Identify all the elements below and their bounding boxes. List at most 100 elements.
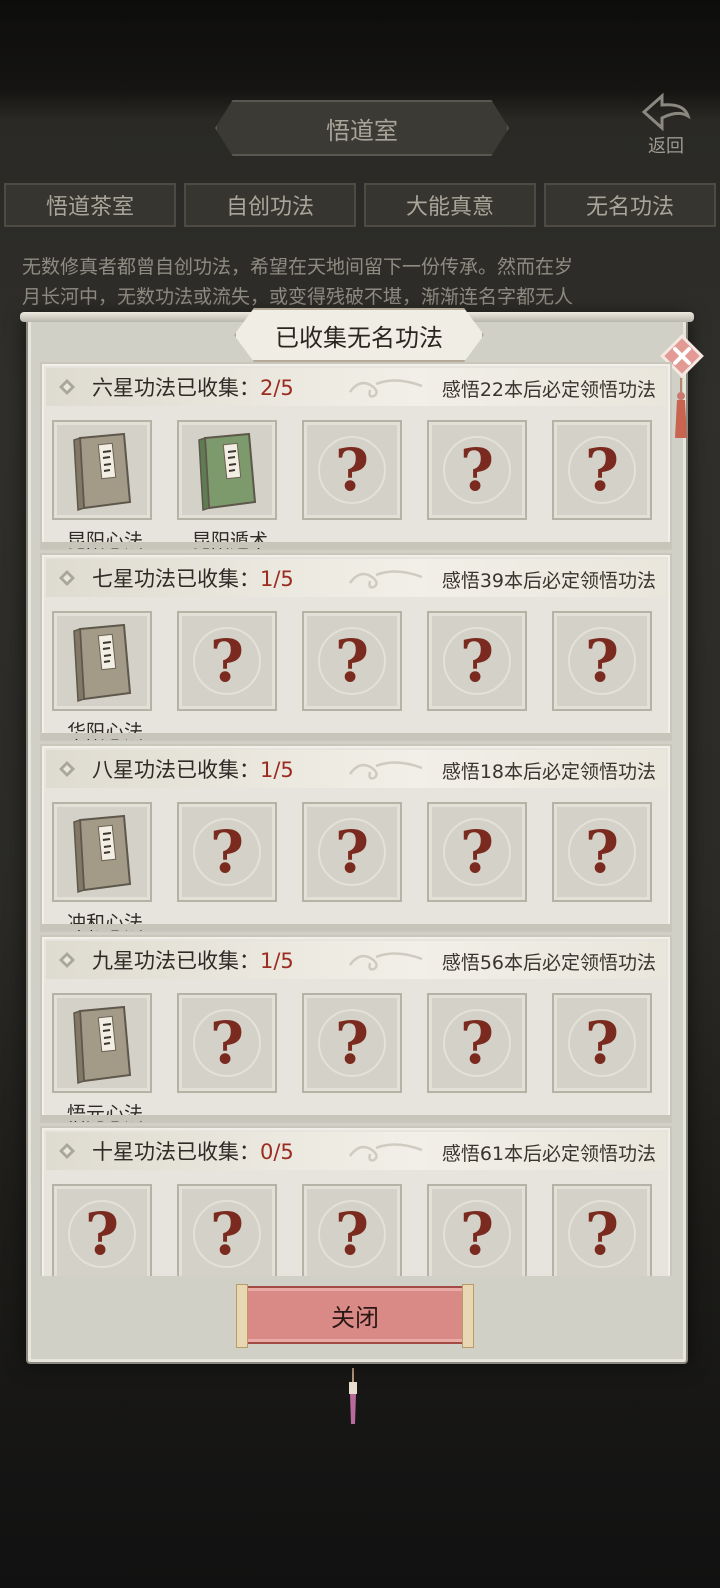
modal-title: 已收集无名功法 <box>234 308 484 362</box>
unknown-slot[interactable]: ? <box>177 1184 277 1276</box>
section-header: 八星功法已收集：1/5 感悟18本后必定领悟功法 <box>46 750 666 788</box>
section-header: 十星功法已收集：0/5 感悟61本后必定领悟功法 <box>46 1132 666 1170</box>
diamond-icon <box>59 570 75 586</box>
unknown-slot[interactable]: ? <box>552 993 652 1093</box>
section-count: 0/5 <box>260 1140 294 1164</box>
section-footer <box>42 1115 670 1121</box>
collection-section: 八星功法已收集：1/5 感悟18本后必定领悟功法冲和心法???? <box>40 744 672 934</box>
unknown-slot[interactable]: ? <box>552 1184 652 1276</box>
manual-name: 悟元心法 <box>66 1103 143 1125</box>
cloud-swirl-icon <box>348 570 423 589</box>
tassel-icon <box>675 378 687 438</box>
question-mark-icon: ? <box>460 818 494 886</box>
diamond-icon <box>59 761 75 777</box>
question-mark-icon: ? <box>460 627 494 695</box>
section-title: 十星功法已收集：0/5 <box>92 1136 294 1166</box>
section-label: 七星功法已收集： <box>92 567 260 591</box>
unknown-slot[interactable]: ? <box>552 611 652 711</box>
question-mark-icon: ? <box>585 436 619 504</box>
close-button[interactable]: 关闭 <box>236 1284 474 1348</box>
unknown-slot[interactable]: ? <box>302 993 402 1093</box>
book-icon <box>73 432 132 512</box>
collection-section: 六星功法已收集：2/5 感悟22本后必定领悟功法 昆阳心法 昆阳遁术??? <box>40 362 672 552</box>
cloud-swirl-icon <box>348 1143 423 1162</box>
question-mark-icon: ? <box>85 1200 119 1268</box>
section-hint: 感悟56本后必定领悟功法 <box>441 952 656 974</box>
diamond-icon <box>59 952 75 968</box>
unknown-slot[interactable]: ? <box>427 611 527 711</box>
book-icon <box>198 432 257 512</box>
unknown-slot[interactable]: ? <box>177 993 277 1093</box>
unknown-slot[interactable]: ? <box>427 420 527 520</box>
question-mark-icon: ? <box>460 1200 494 1268</box>
back-button[interactable]: 返回 <box>632 92 700 162</box>
slot-row: 悟元心法???? <box>52 993 652 1125</box>
section-hint: 感悟18本后必定领悟功法 <box>441 761 656 783</box>
question-mark-icon: ? <box>585 1200 619 1268</box>
collection-section: 十星功法已收集：0/5 感悟61本后必定领悟功法????? <box>40 1126 672 1276</box>
manual-slot[interactable]: 华阳心法 <box>52 611 152 743</box>
tab-tea-room[interactable]: 悟道茶室 <box>4 183 176 227</box>
question-mark-icon: ? <box>210 818 244 886</box>
unknown-slot[interactable]: ? <box>52 1184 152 1276</box>
description-line: 无数修真者都曾自创功法，希望在天地间留下一份传承。然而在岁 <box>22 256 574 278</box>
section-title: 七星功法已收集：1/5 <box>92 563 294 593</box>
tab-nameless[interactable]: 无名功法 <box>544 183 716 227</box>
unknown-slot[interactable]: ? <box>302 1184 402 1276</box>
slot-row: ????? <box>52 1184 652 1276</box>
section-count: 1/5 <box>260 567 294 591</box>
section-list[interactable]: 六星功法已收集：2/5 感悟22本后必定领悟功法 昆阳心法 昆阳遁术??? 七星功法已收… <box>40 362 672 1276</box>
manual-slot[interactable]: 昆阳遁术 <box>177 420 277 552</box>
book-icon <box>73 1005 132 1085</box>
question-mark-icon: ? <box>335 627 369 695</box>
collection-section: 九星功法已收集：1/5 感悟56本后必定领悟功法悟元心法???? <box>40 935 672 1125</box>
unknown-slot[interactable]: ? <box>302 420 402 520</box>
unknown-slot[interactable]: ? <box>177 611 277 711</box>
unknown-slot[interactable]: ? <box>302 611 402 711</box>
section-label: 八星功法已收集： <box>92 758 260 782</box>
slot-row: 华阳心法???? <box>52 611 652 743</box>
section-label: 六星功法已收集： <box>92 376 260 400</box>
description-text: 无数修真者都曾自创功法，希望在天地间留下一份传承。然而在岁 月长河中，无数功法或… <box>22 252 698 312</box>
diamond-icon <box>59 1143 75 1159</box>
unknown-slot[interactable]: ? <box>427 802 527 902</box>
unknown-slot[interactable]: ? <box>427 993 527 1093</box>
tab-self-created[interactable]: 自创功法 <box>184 183 356 227</box>
unknown-slot[interactable]: ? <box>552 802 652 902</box>
section-footer <box>42 924 670 930</box>
unknown-slot[interactable]: ? <box>552 420 652 520</box>
section-header: 九星功法已收集：1/5 感悟56本后必定领悟功法 <box>46 941 666 979</box>
question-mark-icon: ? <box>585 1009 619 1077</box>
question-mark-icon: ? <box>335 436 369 504</box>
book-icon <box>73 623 132 703</box>
section-hint: 感悟61本后必定领悟功法 <box>441 1143 656 1165</box>
section-count: 2/5 <box>260 376 294 400</box>
manual-slot[interactable]: 昆阳心法 <box>52 420 152 552</box>
collection-modal: 已收集无名功法 六星功法已收集：2/5 感悟22本后必定领悟功法 昆阳心法 昆阳遁术?… <box>20 308 704 1364</box>
description-line: 月长河中，无数功法或流失，或变得残破不堪，渐渐连名字都无人 <box>22 286 574 308</box>
manual-slot[interactable]: 悟元心法 <box>52 993 152 1125</box>
button-cap-right <box>462 1284 474 1348</box>
tab-master-insight[interactable]: 大能真意 <box>364 183 536 227</box>
room-title: 悟道室 <box>215 100 509 156</box>
question-mark-icon: ? <box>210 1200 244 1268</box>
section-header: 七星功法已收集：1/5 感悟39本后必定领悟功法 <box>46 559 666 597</box>
section-hint: 感悟39本后必定领悟功法 <box>441 570 656 592</box>
book-icon <box>73 814 132 894</box>
unknown-slot[interactable]: ? <box>427 1184 527 1276</box>
collection-section: 七星功法已收集：1/5 感悟39本后必定领悟功法华阳心法???? <box>40 553 672 743</box>
unknown-slot[interactable]: ? <box>177 802 277 902</box>
manual-slot[interactable]: 冲和心法 <box>52 802 152 934</box>
question-mark-icon: ? <box>460 1009 494 1077</box>
section-title: 八星功法已收集：1/5 <box>92 754 294 784</box>
section-footer <box>42 542 670 548</box>
section-count: 1/5 <box>260 949 294 973</box>
question-mark-icon: ? <box>585 818 619 886</box>
cloud-swirl-icon <box>348 379 423 398</box>
unknown-slot[interactable]: ? <box>302 802 402 902</box>
manual-name: 冲和心法 <box>66 912 143 934</box>
close-button-label: 关闭 <box>331 1303 379 1332</box>
section-title: 九星功法已收集：1/5 <box>92 945 294 975</box>
diamond-icon <box>59 379 75 395</box>
question-mark-icon: ? <box>210 1009 244 1077</box>
